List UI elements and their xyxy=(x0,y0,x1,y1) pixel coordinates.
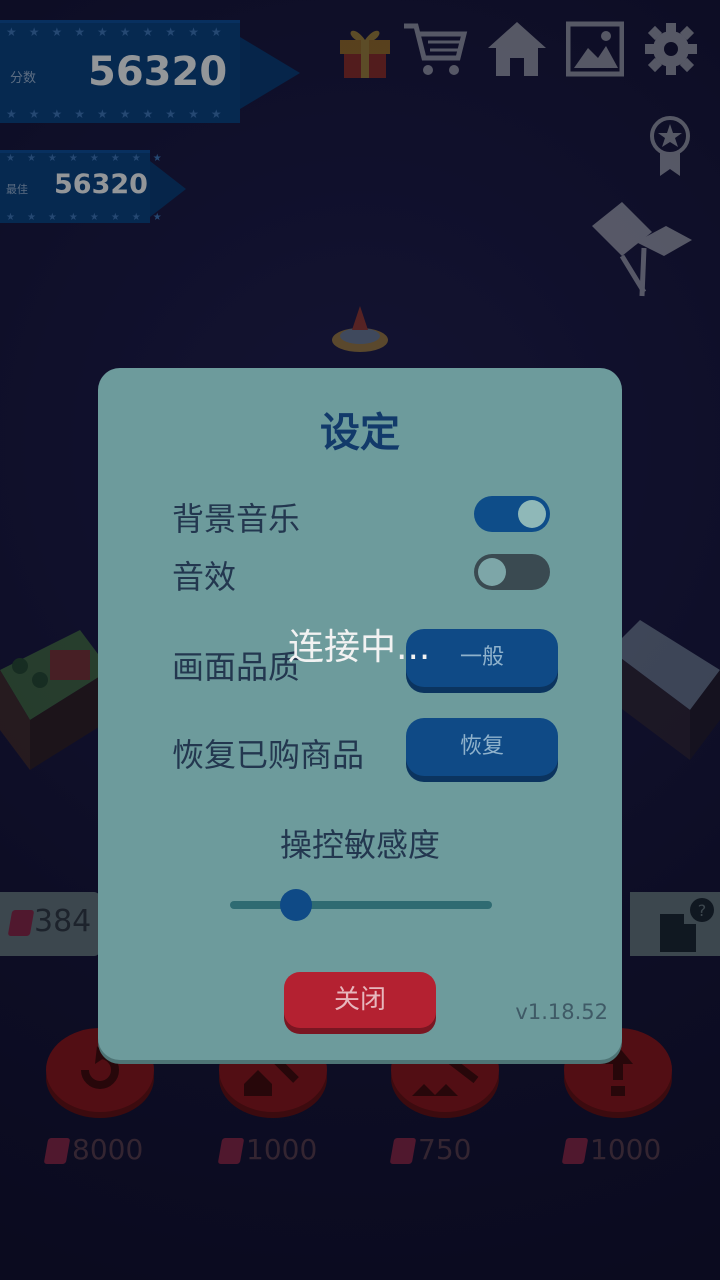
close-button[interactable]: 关闭 xyxy=(284,972,436,1028)
bgm-toggle[interactable] xyxy=(474,496,550,532)
settings-dialog: 设定 背景音乐 音效 画面品质 一般 恢复已购商品 恢复 操控敏感度 关闭 v1… xyxy=(98,368,622,1060)
connecting-status: 连接中... xyxy=(288,627,431,668)
sfx-toggle[interactable] xyxy=(474,554,550,590)
restore-button[interactable]: 恢复 xyxy=(406,718,558,776)
quality-label: 画面品质 xyxy=(172,648,301,686)
version-label: v1.18.52 xyxy=(515,1000,608,1024)
sensitivity-slider[interactable] xyxy=(230,901,492,909)
bgm-label: 背景音乐 xyxy=(172,500,301,538)
restore-label: 恢复已购商品 xyxy=(172,736,365,774)
sensitivity-label: 操控敏感度 xyxy=(279,826,440,864)
sensitivity-slider-handle[interactable] xyxy=(279,889,312,921)
dialog-title: 设定 xyxy=(320,410,400,456)
sfx-label: 音效 xyxy=(172,558,237,596)
